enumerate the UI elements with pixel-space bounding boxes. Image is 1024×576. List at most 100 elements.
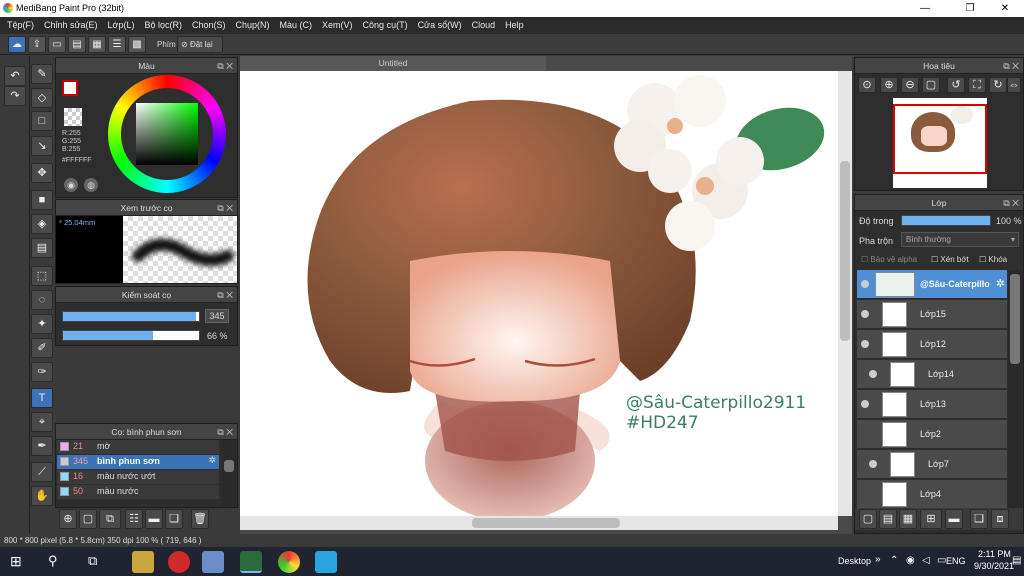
layer-row[interactable]: Lớp12 (857, 330, 1007, 359)
reset-button[interactable]: ⊘ Đặt lại (177, 36, 223, 53)
maximize-button[interactable]: ❐ (955, 1, 985, 16)
magic-wand-icon[interactable]: ✦ (31, 314, 53, 334)
fill-rect-icon[interactable]: ■ (31, 190, 53, 210)
menu-select[interactable]: Chọn(S) (188, 17, 232, 34)
chrome-icon[interactable] (278, 551, 300, 573)
gear-icon[interactable]: ✲ (208, 455, 216, 466)
brush-item[interactable]: 50 màu nước (57, 485, 219, 499)
eyedropper-icon[interactable]: ⟋ (31, 462, 53, 482)
menu-cloud[interactable]: Cloud (468, 17, 502, 34)
panel-close-icon[interactable]: ⧉ ✕ (217, 200, 233, 216)
undo-icon[interactable]: ↶ (4, 66, 26, 86)
language-indicator[interactable]: ENG (946, 556, 966, 566)
add-brush-icon[interactable]: ⊕ (59, 509, 77, 529)
menu-color[interactable]: Màu (C) (276, 17, 319, 34)
clipping-checkbox[interactable]: ☐ Xén bớt (931, 255, 969, 264)
blend-mode-select[interactable]: Bình thường ▾ (901, 232, 1019, 247)
actual-size-icon[interactable]: ▢ (922, 77, 940, 93)
move-tool-icon[interactable]: ✥ (31, 163, 53, 183)
lock-checkbox[interactable]: ☐ Khóa (979, 255, 1007, 264)
brush-settings-icon[interactable]: ☷ (125, 509, 143, 529)
layer-row[interactable]: Lớp4 (857, 480, 1007, 509)
game-app-icon[interactable] (132, 551, 154, 573)
menu-edit[interactable]: Chỉnh sửa(E) (40, 17, 104, 34)
operation-tool-icon[interactable]: ⌖ (31, 412, 53, 432)
bucket-tool-icon[interactable]: ◈ (31, 214, 53, 234)
select-rect-icon[interactable]: ⬚ (31, 266, 53, 286)
eye-icon[interactable] (861, 310, 869, 318)
eraser-tool-icon[interactable]: ◇ (31, 88, 53, 108)
eye-icon[interactable] (869, 460, 877, 468)
menu-filter[interactable]: Bộ lọc(R) (140, 17, 188, 34)
fit-window-icon[interactable]: ⛶ (968, 77, 986, 93)
menu-view[interactable]: Xem(V) (318, 17, 359, 34)
search-icon[interactable]: ⚲ (48, 553, 58, 569)
vertical-scrollbar[interactable] (838, 71, 852, 516)
layer-row[interactable]: Lớp15 (857, 300, 1007, 329)
zoom-out-icon[interactable]: ⊖ (901, 77, 919, 93)
brush-size-slider[interactable] (62, 311, 200, 322)
brush-opacity-slider[interactable] (62, 330, 200, 341)
menu-help[interactable]: Help (501, 17, 530, 34)
opera-icon[interactable] (168, 551, 190, 573)
desktop-toolbar-label[interactable]: Desktop (838, 556, 871, 566)
eye-icon[interactable] (869, 370, 877, 378)
menu-layer[interactable]: Lớp(L) (104, 17, 141, 34)
trash-icon[interactable]: 🗑 (191, 509, 209, 529)
rotate-left-icon[interactable]: ↺ (947, 77, 965, 93)
gear-icon[interactable]: ✲ (996, 277, 1005, 290)
action-center-icon[interactable]: ▤ (1012, 555, 1021, 566)
lasso-icon[interactable]: ◌ (31, 290, 53, 310)
layer-row[interactable]: Lớp13 (857, 390, 1007, 419)
dot-tool-icon[interactable]: □ (31, 111, 53, 131)
brush-item[interactable]: 16 màu nước ướt (57, 470, 219, 484)
chat-icon[interactable]: ▤ (68, 36, 86, 53)
share-icon[interactable]: ⇪ (28, 36, 46, 53)
alpha-protect-checkbox[interactable]: ☐ Bảo vệ alpha (861, 255, 917, 264)
layer-row[interactable]: Lớp2 (857, 420, 1007, 449)
new-halftone-layer-icon[interactable]: ▤ (879, 509, 897, 529)
layer-opacity-slider[interactable] (901, 215, 991, 226)
folder-icon[interactable]: ▬ (945, 509, 963, 529)
menu-file[interactable]: Tệp(F) (3, 17, 40, 34)
zoom-in-icon[interactable]: ⊕ (880, 77, 898, 93)
brush-size-value[interactable]: 345 (205, 309, 229, 323)
network-icon[interactable]: ◉ (906, 555, 915, 566)
palette-icon[interactable]: ◉ (64, 178, 78, 192)
eye-icon[interactable] (861, 400, 869, 408)
layer-row-selected[interactable]: @Sâu-Caterpillo ✲ (857, 270, 1007, 299)
close-button[interactable]: ✕ (990, 1, 1020, 16)
folder-icon[interactable]: ▬ (145, 509, 163, 529)
new-layer-icon[interactable]: ▢ (859, 509, 877, 529)
copy-brush-icon[interactable]: ⧉ (99, 509, 121, 529)
minimize-button[interactable]: — (910, 1, 940, 16)
menu-snap[interactable]: Chụp(N) (232, 17, 276, 34)
panel-close-icon[interactable]: ⧉ ✕ (217, 424, 233, 440)
brush-item-selected[interactable]: 345 bình phun sơn ✲ (57, 455, 219, 469)
curve-tool-icon[interactable]: ↘ (31, 136, 53, 156)
panel-close-icon[interactable]: ⧉ ✕ (1003, 195, 1019, 211)
chevron-icon[interactable]: » (875, 554, 881, 565)
palette-settings-icon[interactable]: ◍ (84, 178, 98, 192)
new-1bit-layer-icon[interactable]: ▦ (899, 509, 917, 529)
add-layer-menu-icon[interactable]: ⊞ (920, 509, 942, 529)
rotate-right-icon[interactable]: ↻ (989, 77, 1007, 93)
transparent-swatch[interactable] (64, 108, 82, 126)
select-pen-icon[interactable]: ✐ (31, 338, 53, 358)
comment-icon[interactable]: ▭ (48, 36, 66, 53)
list-icon[interactable]: ☰ (108, 36, 126, 53)
messenger-icon[interactable] (202, 551, 224, 573)
windows-start-icon[interactable]: ⊞ (10, 553, 22, 570)
brush-item[interactable]: 21 mờ (57, 440, 219, 454)
tray-expand-icon[interactable]: ⌃ (890, 555, 898, 566)
layer-row[interactable]: Lớp7 (857, 450, 1007, 479)
panel-close-icon[interactable]: ⧉ ✕ (217, 287, 233, 303)
task-view-icon[interactable]: ⧉ (88, 553, 97, 569)
flip-icon[interactable]: ⇔ (1007, 77, 1021, 93)
hue-ring[interactable] (108, 75, 226, 193)
menu-tools[interactable]: Công cụ(T) (359, 17, 414, 34)
redo-icon[interactable]: ↷ (4, 86, 26, 106)
saturation-square[interactable] (136, 103, 198, 165)
document-icon[interactable]: ▦ (88, 36, 106, 53)
eye-icon[interactable] (861, 280, 869, 288)
